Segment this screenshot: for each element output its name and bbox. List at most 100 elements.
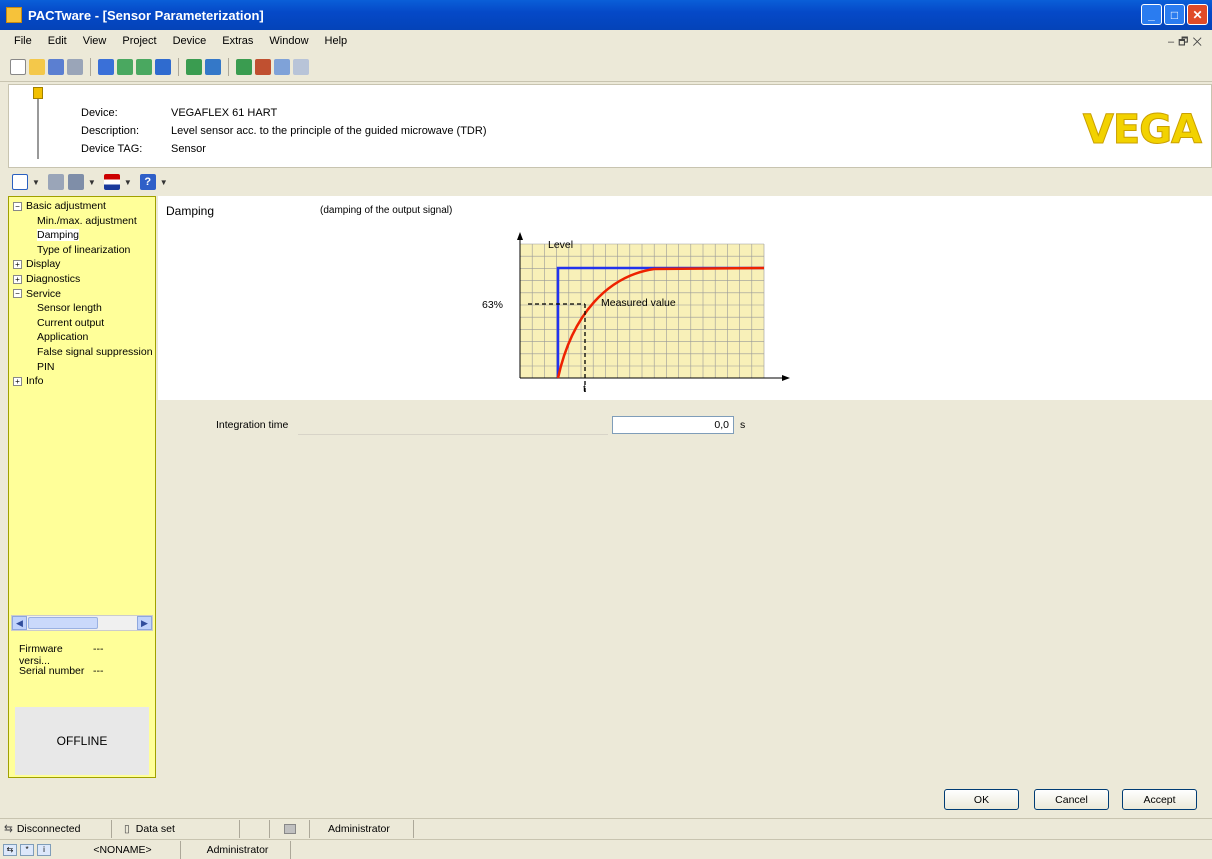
device-add-icon[interactable] [186, 58, 202, 75]
ok-button[interactable]: OK [944, 789, 1019, 810]
collapse-icon[interactable]: − [13, 201, 22, 211]
window-icon[interactable] [98, 58, 114, 75]
expand-icon[interactable]: + [13, 260, 22, 270]
view-icon[interactable] [12, 174, 28, 190]
tag-value: Sensor [171, 143, 206, 155]
expand-icon[interactable]: + [13, 274, 22, 284]
star-icon[interactable]: * [20, 843, 34, 856]
disconnect-icon[interactable] [136, 58, 152, 75]
menu-file[interactable]: File [6, 35, 40, 47]
x-axis-label: t [583, 383, 586, 395]
language-flag-icon[interactable] [103, 174, 120, 190]
connect-icon[interactable] [117, 58, 133, 75]
damping-diagram: Level 63% Measured value t [482, 232, 790, 395]
settings-icon[interactable] [274, 58, 290, 75]
navigation-tree: − Basic adjustment Min./max. adjustment Dam… [9, 199, 155, 389]
menu-project[interactable]: Project [114, 35, 164, 47]
integration-time-row: Integration time 0,0 s [158, 416, 1212, 436]
device-params-icon[interactable] [255, 58, 271, 75]
options-icon[interactable] [293, 58, 309, 75]
expand-icon[interactable]: + [13, 376, 22, 386]
connection-status: ⇆ Disconnected [0, 819, 112, 838]
new-icon[interactable] [10, 58, 26, 75]
menu-window[interactable]: Window [261, 35, 316, 47]
tree-item-label: Sensor length [37, 302, 102, 315]
separator [228, 57, 229, 76]
help-icon[interactable]: ? [139, 174, 156, 190]
tree-item-label: Display [26, 258, 61, 271]
serial-row: Serial number --- [19, 665, 104, 677]
vega-logo: VEGA [1082, 107, 1202, 154]
tree-item-info[interactable]: + Info [9, 374, 155, 389]
print-icon[interactable] [67, 58, 83, 75]
info-icon[interactable]: i [37, 843, 51, 856]
tree-item-false-signal-suppression[interactable]: False signal suppression [9, 345, 155, 360]
user-icon [284, 823, 296, 834]
integration-time-input[interactable]: 0,0 [612, 416, 734, 434]
tree-item-label: Current output [37, 316, 105, 329]
tree-item-diagnostics[interactable]: + Diagnostics [9, 272, 155, 287]
app-user: Administrator [181, 840, 291, 859]
connection-icon[interactable]: ⇆ [3, 843, 17, 856]
y-axis-label: Level [548, 239, 573, 251]
window-controls: _ □ ✕ [1141, 4, 1208, 25]
tree-item-sensor-length[interactable]: Sensor length [9, 301, 155, 316]
horizontal-scrollbar[interactable]: ◀ ▶ [11, 615, 153, 631]
damping-info-pane: Damping (damping of the output signal) L… [158, 196, 1212, 400]
tree-item-label: Service [26, 287, 62, 300]
upload-icon[interactable] [155, 58, 171, 75]
chevron-down-icon[interactable]: ▼ [124, 178, 132, 187]
menu-device[interactable]: Device [165, 35, 215, 47]
tree-item-basic-adjustment[interactable]: − Basic adjustment [9, 199, 155, 214]
chevron-down-icon[interactable]: ▼ [88, 178, 96, 187]
separator [178, 57, 179, 76]
wrench-icon[interactable] [67, 174, 84, 190]
scroll-right-icon[interactable]: ▶ [137, 616, 152, 630]
cancel-button[interactable]: Cancel [1034, 789, 1109, 810]
menu-edit[interactable]: Edit [40, 35, 75, 47]
tree-item-current-output[interactable]: Current output [9, 316, 155, 331]
empty-status-cell [240, 819, 270, 838]
minimize-button[interactable]: _ [1141, 4, 1162, 25]
dtm-status-bar: ⇆ Disconnected ▯ Data set Administrator [0, 818, 1212, 838]
open-icon[interactable] [29, 58, 45, 75]
device-catalog-icon[interactable] [236, 58, 252, 75]
maximize-button[interactable]: □ [1164, 4, 1185, 25]
page-title: Damping [166, 204, 215, 218]
project-name: <NONAME> [61, 840, 181, 859]
firmware-row: Firmware versi... --- [19, 643, 104, 667]
menu-view[interactable]: View [75, 35, 115, 47]
close-button[interactable]: ✕ [1187, 4, 1208, 25]
firmware-label: Firmware versi... [19, 643, 63, 667]
save-icon[interactable] [48, 58, 64, 75]
offline-status: OFFLINE [15, 707, 149, 775]
user-status-icon-cell [270, 819, 310, 838]
tree-item-min-max-adjustment[interactable]: Min./max. adjustment [9, 214, 155, 229]
tree-item-label: False signal suppression [37, 345, 153, 358]
accept-button[interactable]: Accept [1122, 789, 1197, 810]
mdi-controls[interactable]: –🗗✕ [1168, 33, 1206, 52]
tree-item-damping[interactable]: Damping [9, 228, 155, 243]
scroll-thumb[interactable] [28, 617, 98, 629]
menu-extras[interactable]: Extras [214, 35, 261, 47]
print-icon[interactable] [47, 174, 64, 190]
tree-item-label: Diagnostics [26, 272, 81, 285]
description-label: Description: [81, 125, 140, 137]
tree-item-pin[interactable]: PIN [9, 360, 155, 375]
x-axis-arrow-icon [782, 375, 790, 381]
window-title: PACTware - [Sensor Parameterization] [28, 7, 264, 23]
tree-item-service[interactable]: − Service [9, 287, 155, 302]
page-description: (damping of the output signal) [320, 205, 453, 216]
scroll-left-icon[interactable]: ◀ [12, 616, 27, 630]
chevron-down-icon[interactable]: ▼ [160, 178, 168, 187]
device-remove-icon[interactable] [205, 58, 221, 75]
tree-item-label: Basic adjustment [26, 200, 106, 212]
device-header: Device: VEGAFLEX 61 HART Description: Le… [8, 84, 1212, 168]
chevron-down-icon[interactable]: ▼ [32, 178, 40, 187]
collapse-icon[interactable]: − [13, 289, 22, 299]
tree-item-label: Info [26, 375, 44, 388]
menu-help[interactable]: Help [317, 35, 356, 47]
tree-item-display[interactable]: + Display [9, 257, 155, 272]
tree-item-type-of-linearization[interactable]: Type of linearization [9, 243, 155, 258]
tree-item-application[interactable]: Application [9, 330, 155, 345]
